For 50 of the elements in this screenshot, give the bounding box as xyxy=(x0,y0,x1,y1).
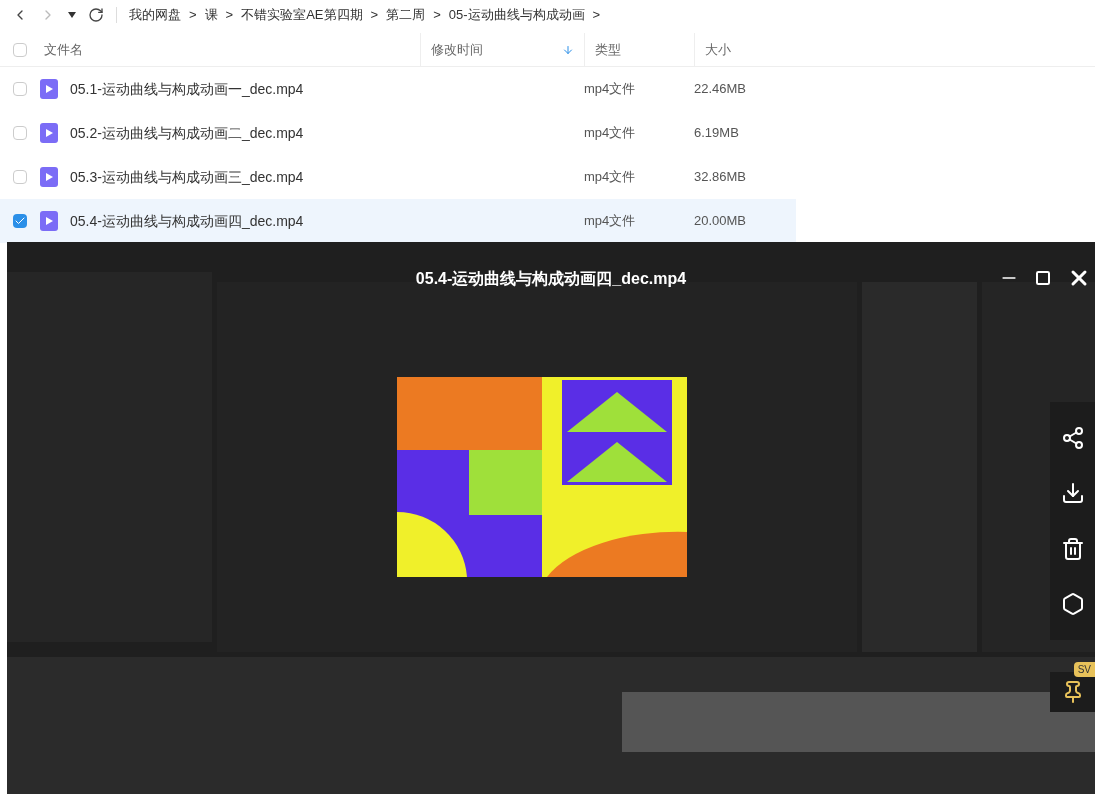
column-header[interactable]: 修改时间 xyxy=(420,33,584,66)
breadcrumb-link[interactable]: 第二周 xyxy=(386,5,426,25)
file-size: 20.00MB xyxy=(694,212,747,231)
column-header[interactable]: 文件名 xyxy=(40,33,420,66)
file-name[interactable]: 05.1-运动曲线与构成动画一_dec.mp4 xyxy=(70,78,584,100)
settings-icon[interactable] xyxy=(1060,592,1085,617)
video-file-icon xyxy=(40,167,58,187)
file-size: 22.46MB xyxy=(694,80,747,99)
pin-button[interactable] xyxy=(1050,672,1095,712)
delete-icon[interactable] xyxy=(1060,536,1085,561)
pin-badge: SV xyxy=(1073,662,1095,677)
breadcrumb-separator: > xyxy=(225,6,234,25)
refresh-icon[interactable] xyxy=(88,7,104,23)
file-name[interactable]: 05.3-运动曲线与构成动画三_dec.mp4 xyxy=(70,166,584,188)
video-file-icon xyxy=(40,211,58,231)
sort-arrow-icon xyxy=(562,43,574,56)
file-size: 32.86MB xyxy=(694,168,747,187)
breadcrumb-separator: > xyxy=(433,6,441,25)
file-row[interactable]: 05.4-运动曲线与构成动画四_dec.mp4 mp4文件 20.00MB xyxy=(0,199,796,243)
breadcrumb-link[interactable]: 不错实验室AE第四期 xyxy=(241,5,363,25)
select-all-checkbox[interactable] xyxy=(13,42,27,57)
file-type: mp4文件 xyxy=(584,168,637,187)
share-icon[interactable] xyxy=(1060,425,1085,450)
breadcrumb-link[interactable]: 我的网盘 xyxy=(129,5,181,25)
video-title: 05.4-运动曲线与构成动画四_dec.mp4 xyxy=(415,269,687,289)
breadcrumb-link[interactable]: 05-运动曲线与构成动画 xyxy=(448,5,585,25)
column-header[interactable]: 类型 xyxy=(584,33,694,66)
video-file-icon xyxy=(40,79,58,99)
file-row[interactable]: 05.1-运动曲线与构成动画一_dec.mp4 mp4文件 22.46MB xyxy=(0,67,796,111)
breadcrumb-separator: > xyxy=(370,6,379,25)
file-type: mp4文件 xyxy=(584,212,637,231)
breadcrumb-separator: > xyxy=(592,6,601,25)
file-row[interactable]: 05.3-运动曲线与构成动画三_dec.mp4 mp4文件 32.86MB xyxy=(0,155,796,199)
row-checkbox[interactable] xyxy=(13,170,27,184)
breadcrumb-link[interactable]: 课 xyxy=(204,5,218,25)
dropdown-caret-icon[interactable] xyxy=(68,12,76,18)
row-checkbox[interactable] xyxy=(13,82,27,96)
video-file-icon xyxy=(40,123,58,143)
file-row[interactable]: 05.2-运动曲线与构成动画二_dec.mp4 mp4文件 6.19MB xyxy=(0,111,796,155)
breadcrumb-separator: > xyxy=(189,6,197,25)
file-name[interactable]: 05.4-运动曲线与构成动画四_dec.mp4 xyxy=(70,210,584,232)
row-checkbox[interactable] xyxy=(13,126,27,140)
download-icon[interactable] xyxy=(1060,481,1085,506)
row-checkbox[interactable] xyxy=(13,214,27,228)
file-type: mp4文件 xyxy=(584,124,637,143)
maximize-icon[interactable] xyxy=(1035,270,1051,286)
file-name[interactable]: 05.2-运动曲线与构成动画二_dec.mp4 xyxy=(70,122,584,144)
file-size: 6.19MB xyxy=(694,124,739,143)
file-type: mp4文件 xyxy=(584,80,637,99)
column-header[interactable]: 大小 xyxy=(694,33,790,66)
